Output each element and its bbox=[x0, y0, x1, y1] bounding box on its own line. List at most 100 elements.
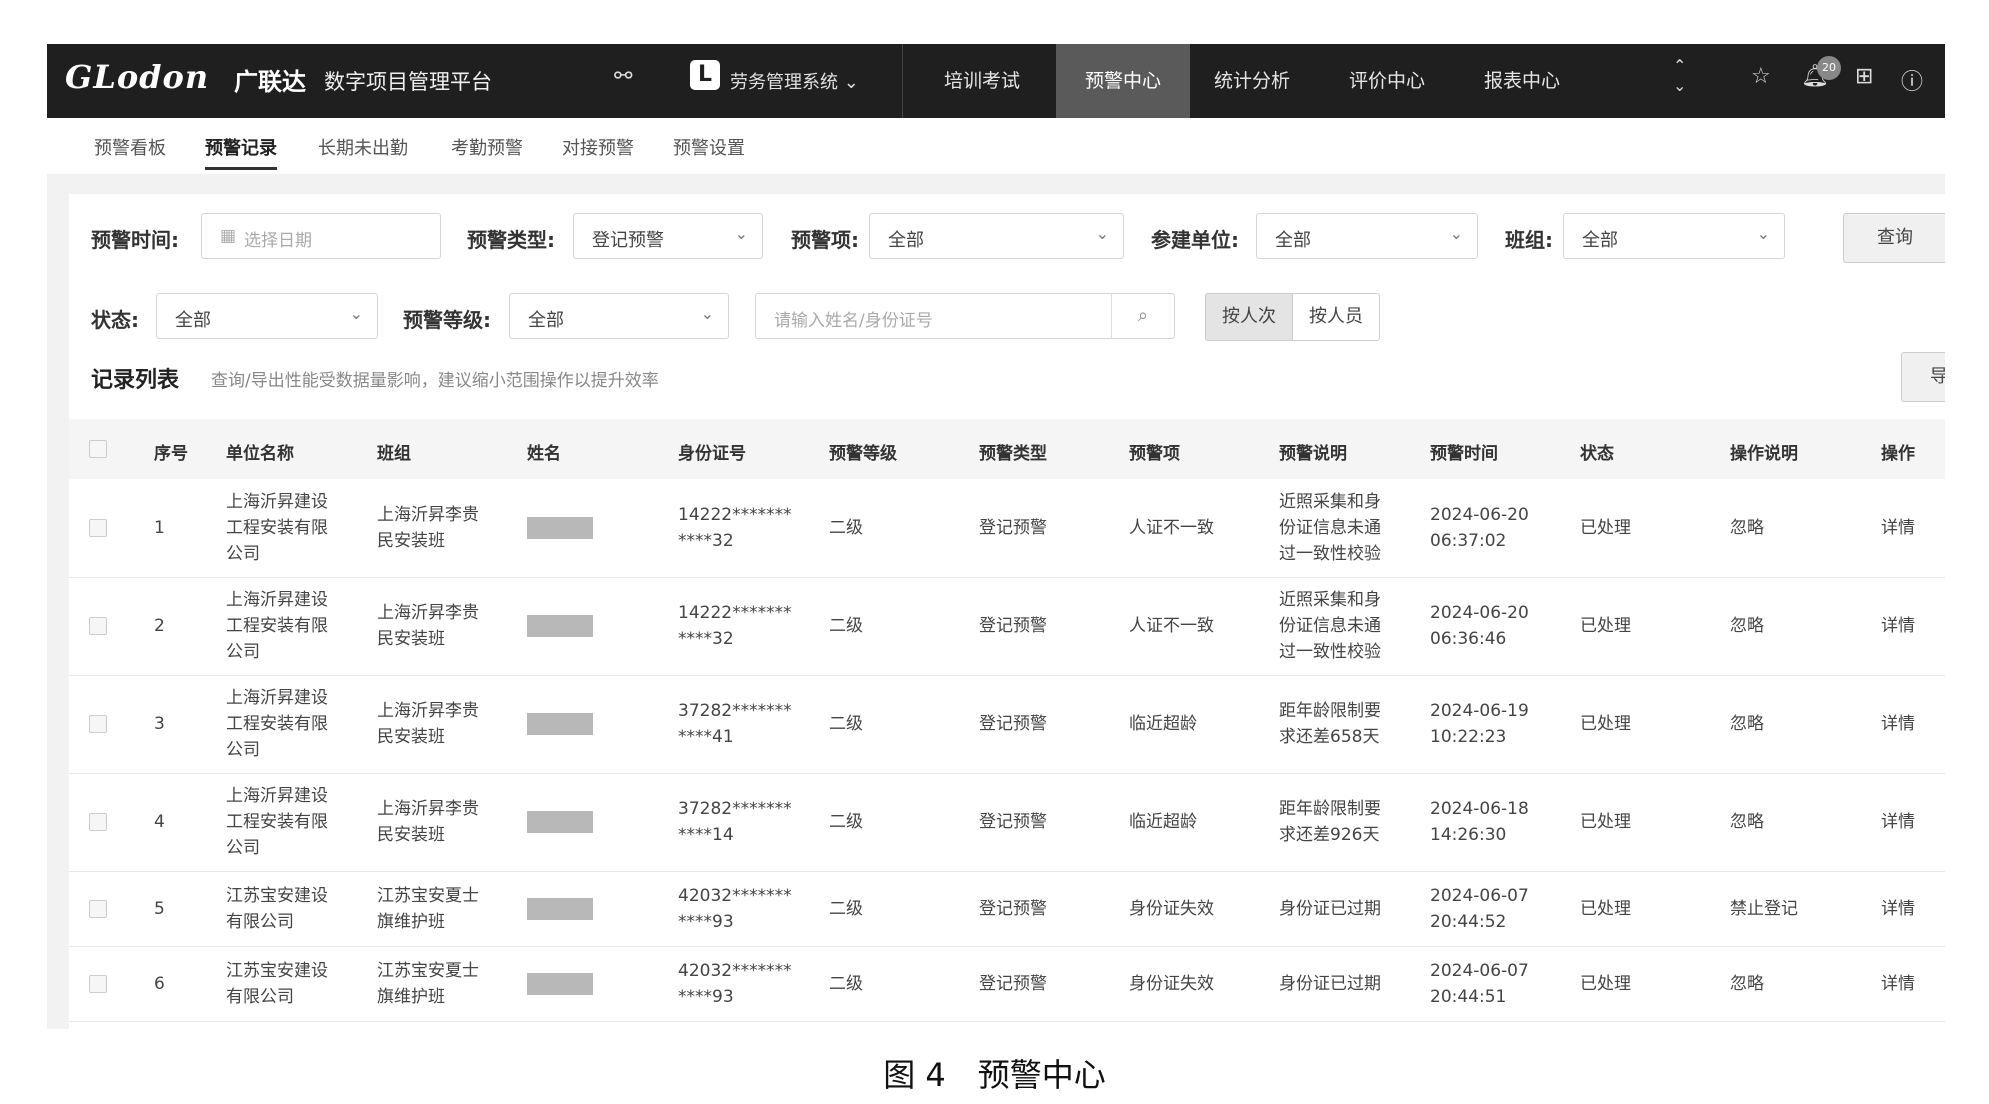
detail-link[interactable]: 详情 bbox=[1881, 971, 1915, 997]
search-input[interactable]: 请输入姓名/身份证号 ⌕ bbox=[755, 293, 1175, 339]
row-checkbox[interactable] bbox=[89, 899, 107, 918]
cell-level: 二级 bbox=[829, 515, 863, 541]
cell-desc-line: 身份证已过期 bbox=[1279, 898, 1381, 919]
redacted-name bbox=[527, 811, 593, 833]
level-filter-label: 预警等级: bbox=[403, 308, 491, 332]
tab-warning-records[interactable]: 预警记录 bbox=[205, 134, 277, 170]
col-op: 操作 bbox=[1881, 444, 1915, 464]
by-person-toggle[interactable]: 按人员 bbox=[1292, 293, 1380, 341]
team-select-value: 全部 bbox=[1582, 230, 1618, 251]
tab-attendance-warning[interactable]: 考勤预警 bbox=[451, 134, 523, 160]
cell-status: 已处理 bbox=[1580, 613, 1631, 639]
cell-item-line: 身份证失效 bbox=[1129, 973, 1214, 994]
platform-title: 数字项目管理平台 bbox=[324, 70, 492, 94]
nav-report-center[interactable]: 报表中心 bbox=[1467, 44, 1577, 118]
cell-level-line: 二级 bbox=[829, 714, 863, 734]
cell-id: 42032******* ****93 bbox=[678, 958, 792, 1010]
list-title: 记录列表 bbox=[91, 368, 180, 393]
nav-evaluation-center[interactable]: 评价中心 bbox=[1332, 44, 1442, 118]
cell-time-line: 2024-06-20 bbox=[1430, 505, 1529, 525]
export-button[interactable]: 导 bbox=[1901, 352, 1945, 402]
search-placeholder: 请输入姓名/身份证号 bbox=[774, 311, 933, 331]
cell-type: 登记预警 bbox=[979, 515, 1047, 541]
cell-time-line: 2024-06-19 bbox=[1430, 701, 1529, 721]
nav-training-exam[interactable]: 培训考试 bbox=[927, 44, 1037, 118]
cell-time: 2024-06-07 20:44:51 bbox=[1430, 958, 1529, 1010]
cell-no: 3 bbox=[154, 711, 165, 737]
detail-link[interactable]: 详情 bbox=[1881, 711, 1915, 737]
type-select[interactable]: 登记预警 ⌄ bbox=[573, 213, 763, 259]
divider bbox=[902, 44, 903, 118]
brand-logo: GLodon bbox=[65, 58, 210, 96]
cell-desc-line: 求还差658天 bbox=[1279, 727, 1380, 747]
system-switcher[interactable]: 劳务管理系统 ⌄ bbox=[730, 68, 859, 94]
nav-warning-center[interactable]: 预警中心 bbox=[1056, 44, 1190, 118]
cell-no: 2 bbox=[154, 613, 165, 639]
cell-team-line: 民安装班 bbox=[377, 727, 445, 747]
list-hint: 查询/导出性能受数据量影响，建议缩小范围操作以提升效率 bbox=[211, 371, 659, 391]
tab-warning-settings[interactable]: 预警设置 bbox=[673, 134, 745, 160]
app-switch-icon[interactable]: ⚯ bbox=[614, 64, 632, 89]
cell-id-line: ****14 bbox=[678, 825, 734, 845]
by-count-toggle[interactable]: 按人次 bbox=[1205, 293, 1293, 341]
detail-link[interactable]: 详情 bbox=[1881, 896, 1915, 922]
cell-team-line: 上海沂昇李贵 bbox=[377, 701, 479, 721]
date-picker[interactable]: ▦ 选择日期 bbox=[201, 213, 441, 259]
cell-unit-line: 上海沂昇建设 bbox=[226, 688, 328, 708]
table-row: 1 上海沂昇建设 工程安装有限 公司 上海沂昇李贵 民安装班 14222******* ***… bbox=[69, 479, 1945, 578]
tab-warning-board[interactable]: 预警看板 bbox=[94, 134, 166, 160]
cell-status: 已处理 bbox=[1580, 515, 1631, 541]
cell-team: 上海沂昇李贵 民安装班 bbox=[377, 600, 479, 652]
chevron-down-icon: ⌄ bbox=[349, 304, 363, 323]
star-icon[interactable]: ☆ bbox=[1751, 64, 1771, 89]
cell-desc-line: 身份证已过期 bbox=[1279, 973, 1381, 994]
apps-grid-icon[interactable]: ⊞ bbox=[1855, 64, 1873, 89]
cell-time-line: 20:44:51 bbox=[1430, 986, 1507, 1007]
info-icon[interactable]: ⓘ bbox=[1901, 64, 1923, 96]
row-checkbox[interactable] bbox=[89, 617, 107, 635]
cell-unit-line: 江苏宝安建设 bbox=[226, 885, 328, 906]
detail-link[interactable]: 详情 bbox=[1881, 613, 1915, 639]
cell-desc: 距年龄限制要 求还差926天 bbox=[1279, 796, 1381, 848]
search-icon[interactable]: ⌕ bbox=[1111, 294, 1174, 338]
row-checkbox[interactable] bbox=[89, 813, 107, 831]
status-select[interactable]: 全部 ⌄ bbox=[156, 293, 378, 339]
cell-id-line: ****32 bbox=[678, 531, 734, 551]
row-checkbox[interactable] bbox=[89, 715, 107, 733]
row-checkbox[interactable] bbox=[89, 974, 107, 993]
team-filter-label: 班组: bbox=[1505, 228, 1553, 252]
cell-unit: 上海沂昇建设 工程安装有限 公司 bbox=[226, 489, 328, 567]
select-all-checkbox[interactable] bbox=[89, 440, 107, 458]
redacted-name bbox=[527, 972, 593, 995]
cell-time-line: 2024-06-07 bbox=[1430, 885, 1529, 906]
level-select[interactable]: 全部 ⌄ bbox=[509, 293, 729, 339]
tab-integration-warning[interactable]: 对接预警 bbox=[562, 134, 634, 160]
cell-level: 二级 bbox=[829, 711, 863, 737]
cell-item: 身份证失效 bbox=[1129, 971, 1214, 997]
col-op-desc: 操作说明 bbox=[1730, 444, 1798, 464]
cell-no: 6 bbox=[154, 971, 165, 997]
scroll-arrows-icon[interactable]: ⌃ ⌄ bbox=[1673, 56, 1686, 96]
query-button[interactable]: 查询 bbox=[1843, 213, 1945, 263]
cell-unit-line: 工程安装有限 bbox=[226, 714, 328, 734]
cell-item-line: 身份证失效 bbox=[1129, 898, 1214, 919]
chevron-down-icon: ⌄ bbox=[1449, 224, 1463, 243]
cell-type-line: 登记预警 bbox=[979, 898, 1047, 919]
redacted-name bbox=[527, 713, 593, 735]
nav-statistics[interactable]: 统计分析 bbox=[1197, 44, 1307, 118]
tab-long-absence[interactable]: 长期未出勤 bbox=[318, 134, 408, 160]
cell-id-line: ****93 bbox=[678, 911, 734, 932]
cell-type-line: 登记预警 bbox=[979, 714, 1047, 734]
chevron-down-icon: ⌄ bbox=[843, 72, 859, 93]
col-team: 班组 bbox=[377, 444, 411, 464]
team-select[interactable]: 全部 ⌄ bbox=[1563, 213, 1785, 259]
unit-select[interactable]: 全部 ⌄ bbox=[1256, 213, 1478, 259]
detail-link[interactable]: 详情 bbox=[1881, 809, 1915, 835]
detail-link[interactable]: 详情 bbox=[1881, 515, 1915, 541]
cell-no: 1 bbox=[154, 515, 165, 541]
col-desc: 预警说明 bbox=[1279, 444, 1347, 464]
item-select[interactable]: 全部 ⌄ bbox=[869, 213, 1124, 259]
cell-desc: 近照采集和身 份证信息未通 过一致性校验 bbox=[1279, 489, 1381, 567]
cell-type-line: 登记预警 bbox=[979, 616, 1047, 636]
row-checkbox[interactable] bbox=[89, 519, 107, 537]
